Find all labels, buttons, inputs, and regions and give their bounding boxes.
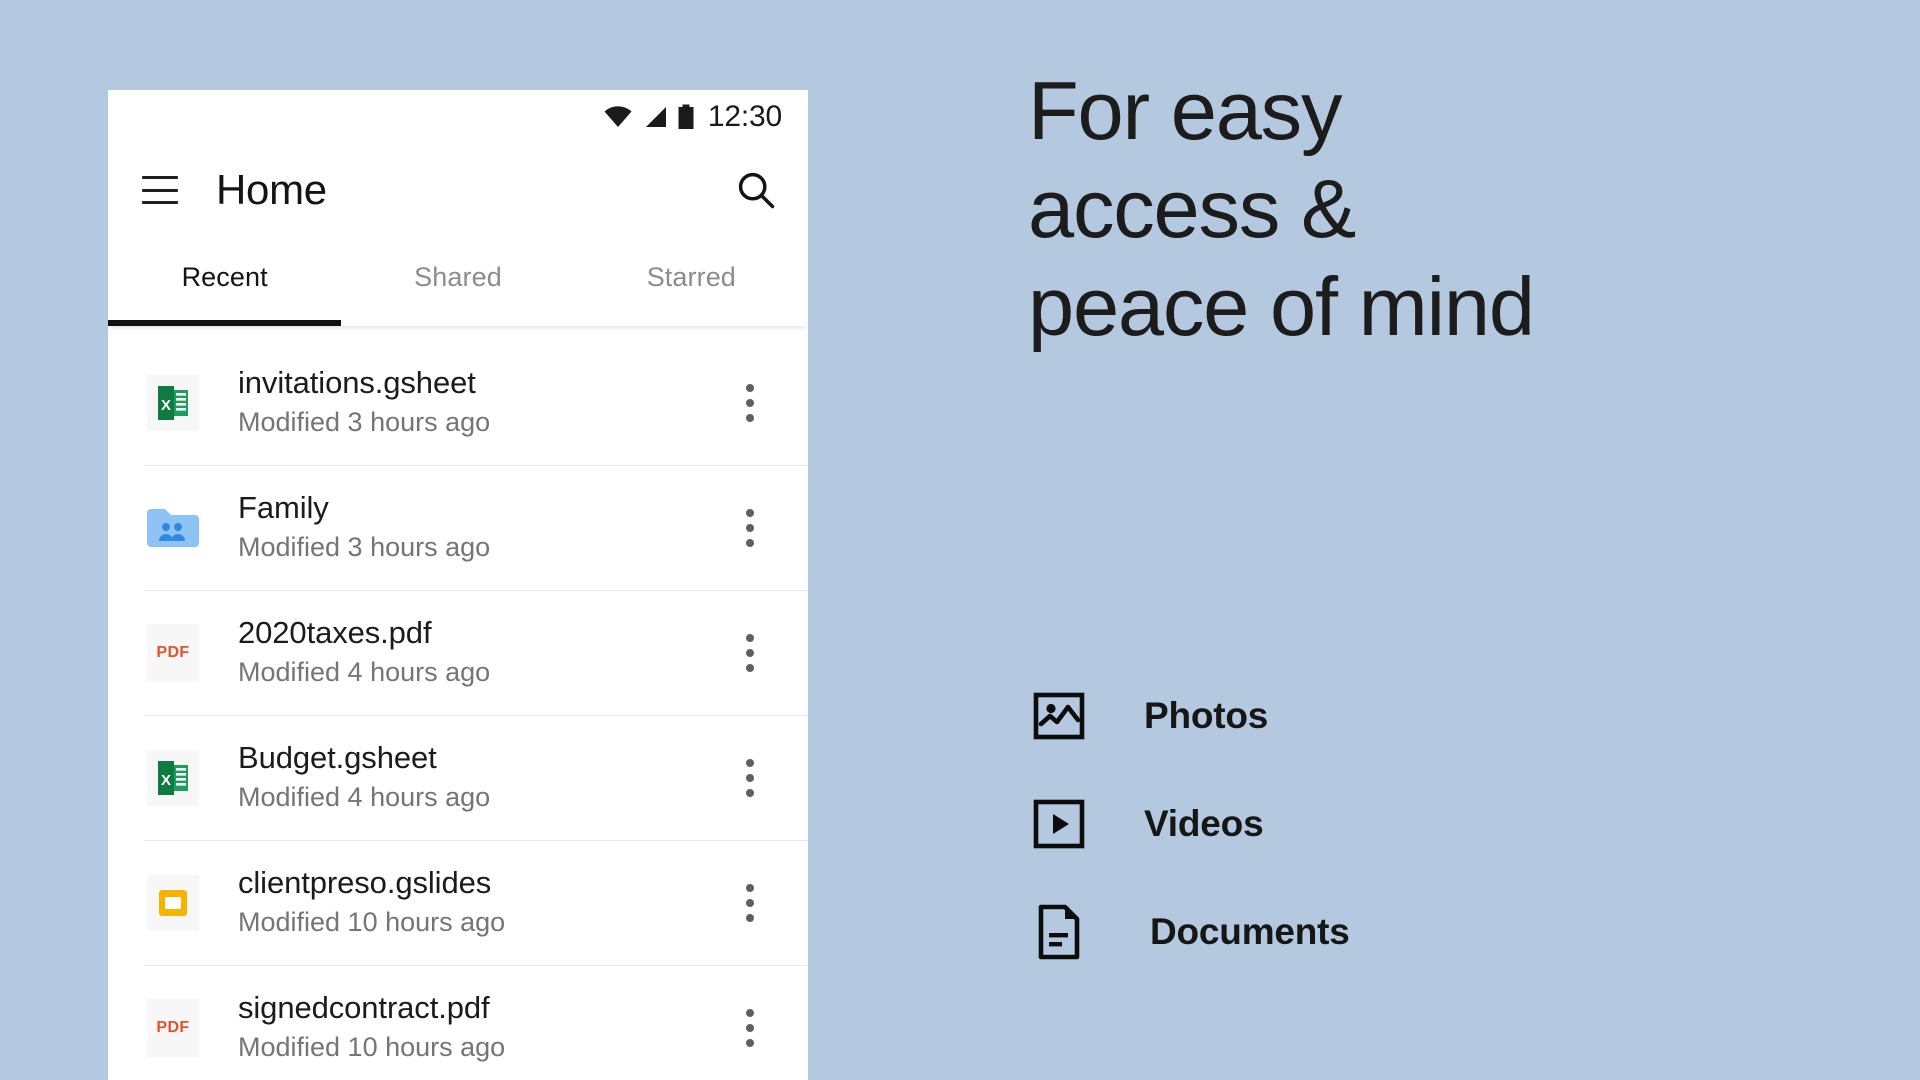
promo-headline: For easy access & peace of mind xyxy=(1028,62,1535,356)
promo-panel: For easy access & peace of mind Photos V… xyxy=(1028,0,1920,1080)
cellular-signal-icon xyxy=(645,107,666,127)
feature-label: Photos xyxy=(1144,695,1269,736)
pdf-label: PDF xyxy=(156,643,190,661)
file-modified: Modified 10 hours ago xyxy=(238,907,506,938)
tab-starred[interactable]: Starred xyxy=(575,236,808,326)
headline-line-2: access & xyxy=(1028,161,1356,255)
file-modified: Modified 4 hours ago xyxy=(238,782,491,813)
file-name: 2020taxes.pdf xyxy=(238,614,432,650)
file-name: signedcontract.pdf xyxy=(238,989,490,1025)
pdf-file-icon: PDF xyxy=(147,998,199,1057)
more-vertical-icon[interactable] xyxy=(726,624,774,682)
file-modified: Modified 10 hours ago xyxy=(238,1032,506,1063)
svg-text:X: X xyxy=(161,772,171,789)
file-text: clientpreso.gslides Modified 10 hours ag… xyxy=(238,865,726,940)
file-name: clientpreso.gslides xyxy=(238,864,492,900)
tab-bar: Recent Shared Starred xyxy=(108,236,808,326)
pdf-file-icon: PDF xyxy=(147,623,199,682)
file-icon: PDF xyxy=(144,998,202,1057)
file-modified: Modified 3 hours ago xyxy=(238,532,491,563)
tab-starred-label: Starred xyxy=(646,261,736,292)
google-slides-icon xyxy=(147,874,199,931)
feature-label: Documents xyxy=(1150,911,1350,952)
feature-icon xyxy=(1030,795,1088,853)
file-name: Family xyxy=(238,489,329,525)
status-bar-time: 12:30 xyxy=(707,100,782,133)
google-sheet-icon: X xyxy=(147,374,199,431)
feature-icon xyxy=(1030,903,1088,961)
more-vertical-icon[interactable] xyxy=(726,499,774,557)
file-icon: PDF xyxy=(144,623,202,682)
file-text: signedcontract.pdf Modified 10 hours ago xyxy=(238,990,726,1065)
wifi-icon xyxy=(604,106,632,127)
file-list-item[interactable]: Family Modified 3 hours ago xyxy=(108,465,808,590)
tab-recent-label: Recent xyxy=(181,261,268,292)
status-bar-icons xyxy=(603,104,695,130)
tab-shared[interactable]: Shared xyxy=(341,236,574,326)
file-list-item[interactable]: X Budget.gsheet Modified 4 hours ago xyxy=(108,715,808,840)
battery-icon xyxy=(678,104,694,129)
pdf-label: PDF xyxy=(156,1018,190,1036)
hamburger-menu-icon[interactable] xyxy=(142,176,178,204)
phone-mockup: 12:30 Home Recent Shared Starred X invit… xyxy=(108,90,808,1080)
search-icon[interactable] xyxy=(734,168,778,212)
page-title: Home xyxy=(216,166,327,213)
file-text: 2020taxes.pdf Modified 4 hours ago xyxy=(238,615,726,690)
file-text: Budget.gsheet Modified 4 hours ago xyxy=(238,740,726,815)
feature-label: Videos xyxy=(1144,803,1264,844)
file-text: Family Modified 3 hours ago xyxy=(238,490,726,565)
photo-image-icon xyxy=(1033,692,1085,740)
file-list-item[interactable]: clientpreso.gslides Modified 10 hours ag… xyxy=(108,840,808,965)
more-vertical-icon[interactable] xyxy=(726,874,774,932)
feature-item-videos[interactable]: Videos xyxy=(1030,770,1350,878)
tab-recent[interactable]: Recent xyxy=(108,236,342,326)
svg-text:X: X xyxy=(161,397,171,414)
app-bar: Home xyxy=(108,144,808,236)
more-vertical-icon[interactable] xyxy=(726,749,774,807)
file-icon xyxy=(144,874,202,932)
file-list-item[interactable]: PDF signedcontract.pdf Modified 10 hours… xyxy=(108,965,808,1080)
tab-shared-label: Shared xyxy=(414,261,502,292)
more-vertical-icon[interactable] xyxy=(726,374,774,432)
headline-line-1: For easy xyxy=(1028,64,1342,157)
file-icon: X xyxy=(144,749,202,807)
file-modified: Modified 3 hours ago xyxy=(238,407,491,438)
more-vertical-icon[interactable] xyxy=(726,999,774,1057)
file-icon xyxy=(144,499,202,557)
shared-folder-icon xyxy=(147,508,199,547)
file-icon: X xyxy=(144,374,202,432)
file-modified: Modified 4 hours ago xyxy=(238,657,491,688)
feature-icon xyxy=(1030,687,1088,745)
feature-item-documents[interactable]: Documents xyxy=(1030,878,1350,986)
file-name: invitations.gsheet xyxy=(238,364,476,400)
google-sheet-icon: X xyxy=(147,749,199,806)
file-list-item[interactable]: X invitations.gsheet Modified 3 hours ag… xyxy=(108,340,808,465)
status-bar: 12:30 xyxy=(108,90,808,144)
video-play-icon xyxy=(1033,799,1085,849)
file-list: X invitations.gsheet Modified 3 hours ag… xyxy=(108,326,808,1080)
file-name: Budget.gsheet xyxy=(238,739,437,775)
document-page-icon xyxy=(1038,904,1080,960)
file-text: invitations.gsheet Modified 3 hours ago xyxy=(238,365,726,440)
file-list-item[interactable]: PDF 2020taxes.pdf Modified 4 hours ago xyxy=(108,590,808,715)
headline-line-3: peace of mind xyxy=(1028,259,1535,353)
feature-item-photos[interactable]: Photos xyxy=(1030,662,1350,770)
promo-feature-list: Photos Videos Documents xyxy=(1030,662,1350,986)
